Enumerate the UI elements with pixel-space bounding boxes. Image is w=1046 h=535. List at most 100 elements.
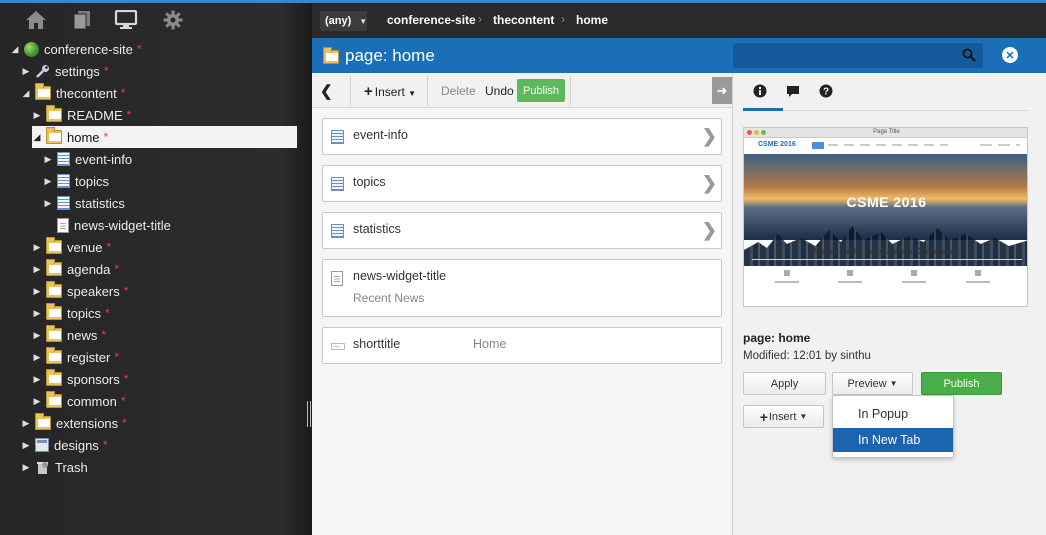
expanded-caret-icon[interactable]: ◢: [21, 88, 31, 98]
folder-icon: [46, 303, 62, 320]
undo-button[interactable]: Undo: [485, 84, 514, 98]
tree-node-sponsors[interactable]: ▶ sponsors *: [32, 368, 128, 390]
folder-icon: [46, 281, 62, 298]
collapsed-caret-icon[interactable]: ▶: [32, 396, 42, 406]
tree-node-speakers[interactable]: ▶ speakers *: [32, 280, 128, 302]
tree-node-common[interactable]: ▶ common *: [32, 390, 126, 412]
modified-marker: *: [122, 416, 127, 430]
collapsed-caret-icon[interactable]: ▶: [32, 264, 42, 274]
tree-node-news-widget-title[interactable]: news-widget-title: [43, 214, 171, 236]
item-card-statistics[interactable]: statistics ❯: [322, 212, 722, 249]
info-icon[interactable]: [752, 83, 768, 99]
tree-node-venue[interactable]: ▶ venue *: [32, 236, 111, 258]
search-input[interactable]: [733, 43, 953, 68]
tree-node-settings[interactable]: ▶ settings *: [21, 60, 109, 82]
expanded-caret-icon[interactable]: ◢: [10, 44, 20, 54]
grid-icon: [57, 174, 70, 188]
tree-node-topics[interactable]: ▶ topics: [43, 170, 109, 192]
tree-node-label: agenda: [67, 261, 111, 277]
back-icon[interactable]: ❮: [320, 82, 340, 100]
sidebar-resize-handle[interactable]: [307, 401, 311, 427]
insert-button[interactable]: + Insert ▼: [743, 405, 824, 428]
item-card-label: event-info: [353, 128, 408, 142]
collapsed-caret-icon[interactable]: ▶: [32, 352, 42, 362]
tree-node-readme[interactable]: ▶ README *: [32, 104, 131, 126]
pages-icon[interactable]: [70, 9, 94, 31]
collapsed-caret-icon[interactable]: ▶: [21, 462, 31, 472]
expanded-caret-icon[interactable]: ◢: [32, 132, 42, 142]
publish-button[interactable]: Publish: [517, 79, 565, 102]
breadcrumb-item-thecontent[interactable]: thecontent: [493, 13, 554, 27]
thumbnail-feature: [772, 270, 802, 292]
breadcrumb-item-conference-site[interactable]: conference-site: [387, 13, 476, 27]
item-card-topics[interactable]: topics ❯: [322, 165, 722, 202]
collapsed-caret-icon[interactable]: ▶: [21, 440, 31, 450]
tree-node-register[interactable]: ▶ register *: [32, 346, 119, 368]
tree-node-extensions[interactable]: ▶ extensions *: [21, 412, 127, 434]
collapsed-caret-icon[interactable]: ▶: [32, 286, 42, 296]
thumbnail-window-bar: Page Title: [744, 128, 1027, 138]
tree-node-trash[interactable]: ▶ Trash: [21, 456, 88, 478]
folder-icon: [35, 83, 51, 100]
modified-marker: *: [102, 438, 108, 452]
collapsed-caret-icon[interactable]: ▶: [43, 198, 53, 208]
item-card-event-info[interactable]: event-info ❯: [322, 118, 722, 155]
publish-button[interactable]: Publish: [921, 372, 1002, 395]
collapsed-caret-icon[interactable]: ▶: [32, 330, 42, 340]
search-icon[interactable]: [962, 48, 976, 62]
thumbnail-nav-links: [828, 144, 948, 146]
modified-marker: *: [123, 284, 129, 298]
tree-node-designs[interactable]: ▶ designs *: [21, 434, 108, 456]
trash-icon: [35, 460, 50, 475]
tree-node-agenda[interactable]: ▶ agenda *: [32, 258, 119, 280]
menu-item-in-new-tab[interactable]: In New Tab: [833, 428, 953, 452]
delete-button[interactable]: Delete: [441, 84, 476, 98]
chevron-right-icon[interactable]: ❯: [702, 220, 717, 241]
help-icon[interactable]: ?: [818, 83, 834, 99]
apply-button[interactable]: Apply: [743, 372, 826, 395]
menu-item-in-popup[interactable]: In Popup: [833, 402, 953, 426]
page-preview-thumbnail[interactable]: Page Title CSME 2016 CSME 2016 Social Me…: [743, 127, 1028, 307]
item-card-news-widget-title[interactable]: news-widget-title Recent News: [322, 259, 722, 317]
tree-node-statistics[interactable]: ▶ statistics: [43, 192, 125, 214]
modified-marker: *: [114, 350, 120, 364]
collapsed-caret-icon[interactable]: ▶: [32, 110, 42, 120]
tree-node-conference-site[interactable]: ◢ conference-site *: [10, 38, 142, 60]
item-card-shorttitle[interactable]: shorttitle Home: [322, 327, 722, 364]
workflow-filter-select[interactable]: (any) ▼: [320, 11, 367, 31]
collapsed-caret-icon[interactable]: ▶: [32, 374, 42, 384]
collapsed-caret-icon[interactable]: ▶: [43, 154, 53, 164]
chevron-right-icon[interactable]: ❯: [702, 173, 717, 194]
tree-node-thecontent[interactable]: ◢ thecontent *: [21, 82, 125, 104]
grid-icon: [331, 130, 344, 144]
collapsed-caret-icon[interactable]: ▶: [32, 242, 42, 252]
folder-icon: [46, 259, 62, 276]
caret-down-icon: ▼: [408, 89, 417, 98]
collapsed-caret-icon[interactable]: ▶: [43, 176, 53, 186]
workflow-filter-value: (any): [325, 15, 352, 27]
collapsed-caret-icon[interactable]: ▶: [21, 66, 31, 76]
gear-icon[interactable]: [161, 9, 185, 31]
close-icon[interactable]: ✕: [1002, 47, 1018, 63]
comment-icon[interactable]: [785, 83, 801, 99]
insert-button-label: Insert: [374, 85, 405, 99]
preview-button[interactable]: Preview ▼: [832, 372, 913, 395]
tree-node-event-info[interactable]: ▶ event-info: [43, 148, 133, 170]
insert-button[interactable]: + Insert ▼: [364, 83, 416, 100]
tree-node-topics[interactable]: ▶ topics *: [32, 302, 110, 324]
collapsed-caret-icon[interactable]: ▶: [21, 418, 31, 428]
folder-icon: [46, 237, 62, 254]
monitor-icon[interactable]: [114, 9, 138, 31]
tree-node-home[interactable]: ◢ home *: [32, 126, 297, 148]
arrow-right-icon[interactable]: ➜: [712, 77, 732, 104]
grid-icon: [331, 177, 344, 191]
search-box: [733, 43, 983, 68]
home-icon[interactable]: [24, 9, 48, 31]
breadcrumb-item-home[interactable]: home: [576, 13, 608, 27]
collapsed-caret-icon[interactable]: ▶: [32, 308, 42, 318]
wrench-icon: [35, 64, 50, 79]
chevron-right-icon[interactable]: ❯: [702, 126, 717, 147]
toolbar-divider: [350, 76, 351, 106]
tree-node-label: thecontent: [56, 85, 117, 101]
tree-node-news[interactable]: ▶ news *: [32, 324, 106, 346]
